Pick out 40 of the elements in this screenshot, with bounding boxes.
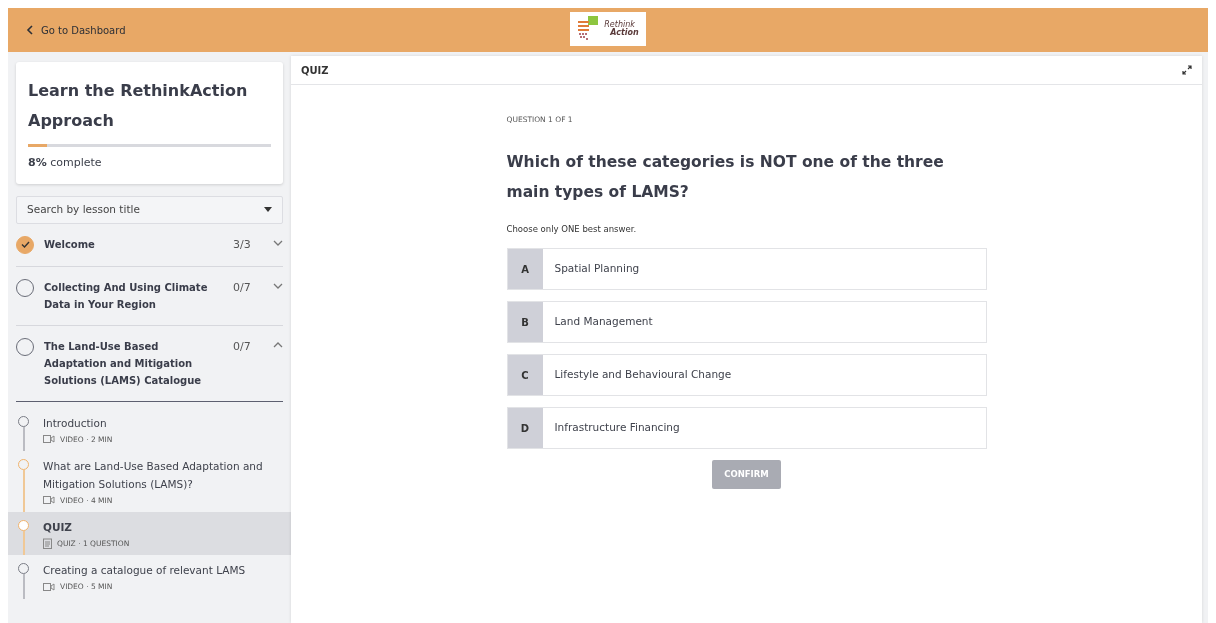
answer-text: Land Management [553, 314, 653, 330]
question-text: Which of these categories is NOT one of the three main types of LAMS? [506, 152, 945, 204]
panel-title: QUIZ [301, 63, 329, 78]
clipboard-icon [43, 538, 52, 550]
answer-option[interactable]: B Land Management [506, 301, 987, 343]
section-title: The Land-Use Based Adaptation and Mitigation Solutions (LAMS) Catalogue [44, 339, 203, 388]
answer-text: Infrastructure Financing [553, 420, 680, 436]
course-title: Learn the RethinkAction Approach [28, 80, 249, 132]
lesson-count: 0/7 [233, 279, 252, 296]
answer-option[interactable]: D Infrastructure Financing [506, 407, 987, 449]
lesson-count: 3/3 [233, 236, 252, 253]
video-camera-icon [43, 435, 55, 444]
answer-option[interactable]: C Lifestyle and Behavioural Change [506, 354, 987, 396]
lesson-title: QUIZ [43, 520, 73, 535]
section-row[interactable]: Collecting And Using Climate Data in Your Region 0/7 [16, 266, 283, 326]
answer-letter: C [507, 355, 543, 395]
lesson-title: Creating a catalogue of relevant LAMS [43, 563, 246, 579]
answer-text: Lifestyle and Behavioural Change [553, 367, 732, 383]
instruction-text: Choose only ONE best answer. [506, 223, 638, 236]
answer-letter: D [507, 408, 543, 448]
section-row[interactable]: Welcome 3/3 [16, 223, 283, 267]
section-title: Collecting And Using Climate Data in Your Region [44, 280, 209, 312]
back-chevron-icon [26, 25, 33, 35]
answer-letter: A [507, 249, 543, 289]
back-link[interactable]: Go to Dashboard [26, 22, 126, 38]
answer-letter: B [507, 302, 543, 342]
answer-text: Spatial Planning [553, 261, 640, 277]
search-dropdown[interactable]: Search by lesson title [16, 195, 283, 224]
video-camera-icon [43, 496, 55, 505]
video-camera-icon [43, 582, 55, 591]
lesson-title: What are Land-Use Based Adaptation and Mitigation Solutions (LAMS)? [43, 458, 264, 492]
caret-icon [264, 207, 272, 212]
section-row[interactable]: The Land-Use Based Adaptation and Mitigation Solutions (LAMS) Catalogue 0/7 [16, 325, 283, 402]
section-title: Welcome [44, 237, 96, 252]
lesson-title: Introduction [43, 415, 108, 431]
progress-label: 8% complete [28, 155, 103, 171]
answer-option[interactable]: A Spatial Planning [506, 248, 987, 290]
lesson-count: 0/7 [233, 338, 252, 355]
logo-text: Rethink Action [604, 21, 639, 37]
expand-icon[interactable] [1182, 65, 1192, 75]
